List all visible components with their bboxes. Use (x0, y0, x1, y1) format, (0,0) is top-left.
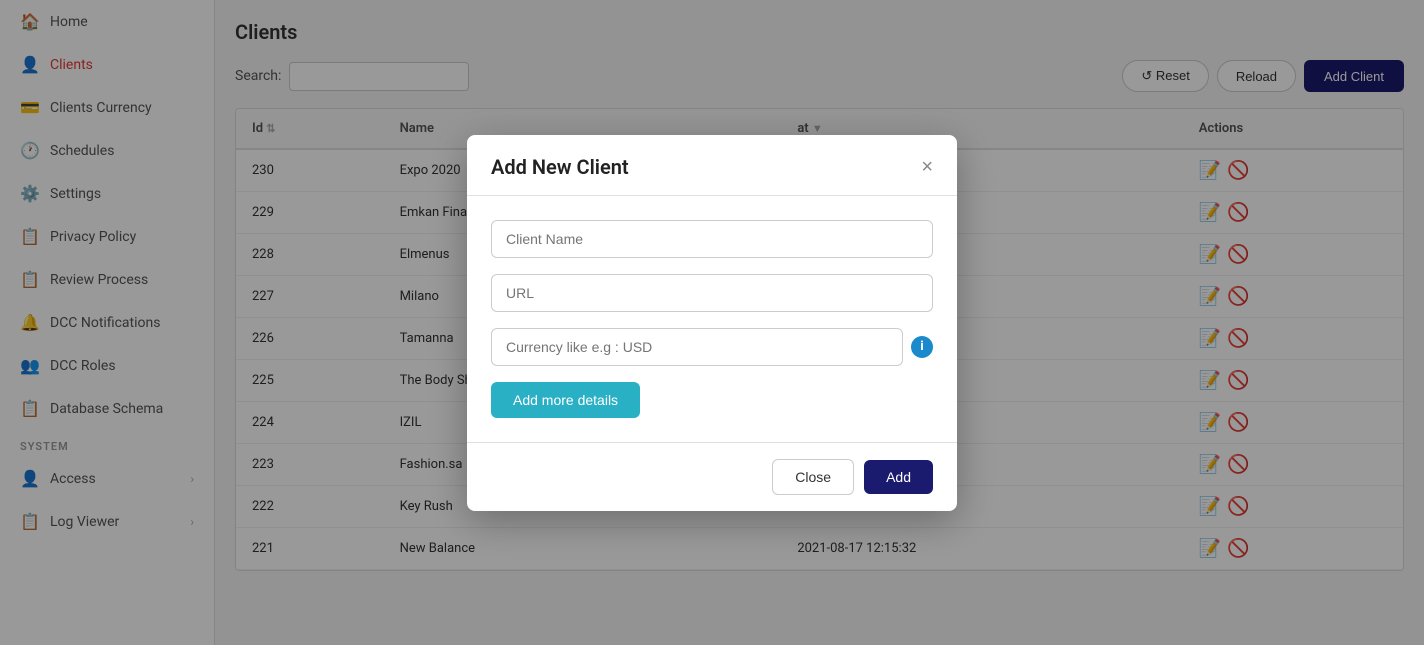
client-name-input[interactable] (491, 220, 933, 258)
add-client-modal: Add New Client × i Add more details Clos… (467, 135, 957, 511)
modal-header: Add New Client × (467, 135, 957, 196)
modal-title: Add New Client (491, 155, 629, 179)
modal-close-button[interactable]: × (921, 157, 933, 177)
modal-footer: Close Add (467, 442, 957, 511)
info-icon[interactable]: i (911, 336, 933, 358)
modal-body: i Add more details (467, 196, 957, 442)
currency-row: i (491, 328, 933, 366)
close-button[interactable]: Close (772, 459, 854, 495)
url-input[interactable] (491, 274, 933, 312)
currency-input[interactable] (491, 328, 903, 366)
add-button[interactable]: Add (864, 460, 933, 494)
add-more-details-button[interactable]: Add more details (491, 382, 640, 418)
modal-overlay[interactable]: Add New Client × i Add more details Clos… (0, 0, 1424, 645)
